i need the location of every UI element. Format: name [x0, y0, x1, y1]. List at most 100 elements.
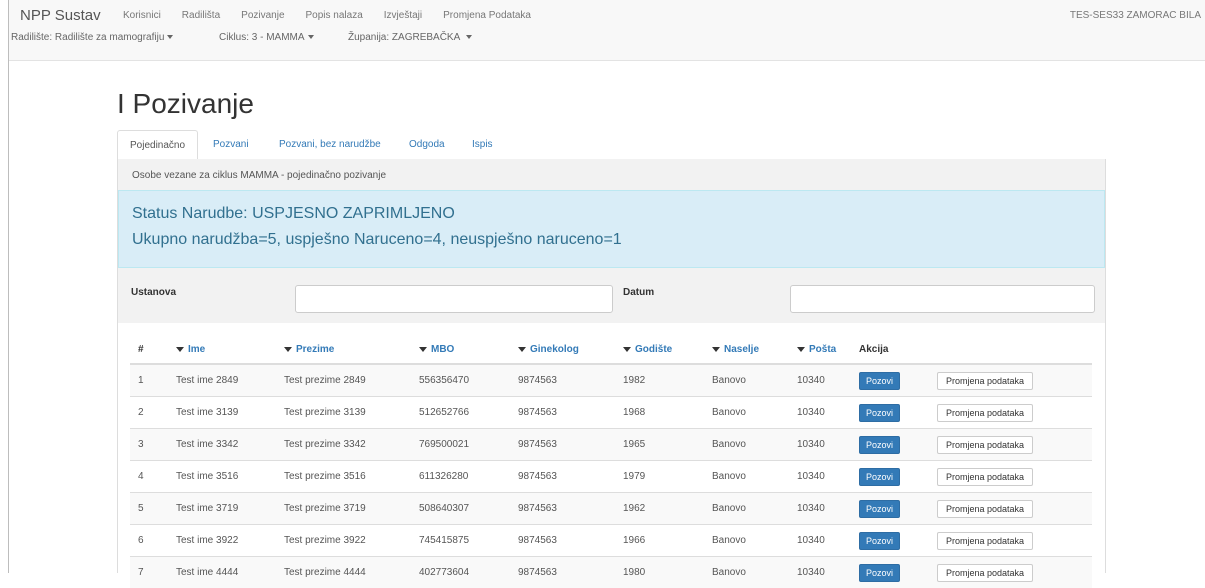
col-header-index: #	[130, 335, 168, 364]
filter-icon	[712, 347, 720, 352]
window-edge	[8, 0, 9, 573]
datum-input[interactable]	[790, 285, 1095, 313]
cell-edit: Promjena podataka	[929, 525, 1092, 557]
cell-posta: 10340	[789, 461, 851, 493]
promjena-podataka-button[interactable]: Promjena podataka	[937, 500, 1033, 518]
menu-item-radilista[interactable]: Radilišta	[182, 10, 220, 21]
promjena-podataka-button[interactable]: Promjena podataka	[937, 532, 1033, 550]
col-header-akcija: Akcija	[851, 335, 929, 364]
ustanova-label: Ustanova	[131, 287, 176, 298]
col-header-godiste[interactable]: Godište	[615, 335, 704, 364]
col-header-posta[interactable]: Pošta	[789, 335, 851, 364]
col-header-ginekolog[interactable]: Ginekolog	[510, 335, 615, 364]
cell-prezime: Test prezime 3139	[276, 397, 411, 429]
table-row: 2Test ime 3139Test prezime 3139512652766…	[130, 397, 1092, 429]
tab-pozvani-bez-narudzbe[interactable]: Pozvani, bez narudžbe	[279, 130, 381, 159]
pozovi-button[interactable]: Pozovi	[859, 372, 900, 390]
zupanija-dropdown[interactable]: Županija: ZAGREBAČKA	[348, 32, 472, 43]
ustanova-input[interactable]	[295, 285, 613, 313]
cell-akcija: Pozovi	[851, 429, 929, 461]
filter-icon	[176, 347, 184, 352]
pozovi-button[interactable]: Pozovi	[859, 532, 900, 550]
pozovi-button[interactable]: Pozovi	[859, 404, 900, 422]
cell-prezime: Test prezime 3516	[276, 461, 411, 493]
cell-ginekolog: 9874563	[510, 461, 615, 493]
menu-item-promjena-podataka[interactable]: Promjena Podataka	[443, 10, 531, 21]
menu-item-popis-nalaza[interactable]: Popis nalaza	[306, 10, 363, 21]
cell-prezime: Test prezime 3719	[276, 493, 411, 525]
cell-prezime: Test prezime 2849	[276, 364, 411, 397]
cell-ginekolog: 9874563	[510, 397, 615, 429]
ciklus-dropdown[interactable]: Ciklus: 3 - MAMMA	[219, 32, 314, 43]
cell-naselje: Banovo	[704, 557, 789, 588]
cell-prezime: Test prezime 4444	[276, 557, 411, 588]
pozovi-button[interactable]: Pozovi	[859, 436, 900, 454]
datum-label: Datum	[623, 287, 654, 298]
cell-ime: Test ime 3922	[168, 525, 276, 557]
cell-index: 4	[130, 461, 168, 493]
cell-mbo: 611326280	[411, 461, 510, 493]
table-row: 6Test ime 3922Test prezime 3922745415875…	[130, 525, 1092, 557]
col-header-ime[interactable]: Ime	[168, 335, 276, 364]
tab-ispis[interactable]: Ispis	[472, 130, 493, 159]
table-row: 1Test ime 2849Test prezime 2849556356470…	[130, 364, 1092, 397]
col-header-label: Pošta	[809, 344, 836, 355]
cell-akcija: Pozovi	[851, 461, 929, 493]
chevron-down-icon	[167, 35, 173, 39]
cell-akcija: Pozovi	[851, 493, 929, 525]
results-area: # Ime Prezime MBO Ginekolog Godište Nase…	[117, 323, 1106, 573]
radiliste-dropdown[interactable]: Radilište: Radilište za mamografiju	[11, 32, 173, 43]
brand-logo[interactable]: NPP Sustav	[20, 7, 101, 24]
col-header-prezime[interactable]: Prezime	[276, 335, 411, 364]
filter-icon	[797, 347, 805, 352]
cell-index: 1	[130, 364, 168, 397]
col-header-label: Ime	[188, 344, 205, 355]
pozovi-button[interactable]: Pozovi	[859, 500, 900, 518]
cell-posta: 10340	[789, 557, 851, 588]
cell-index: 3	[130, 429, 168, 461]
promjena-podataka-button[interactable]: Promjena podataka	[937, 372, 1033, 390]
promjena-podataka-button[interactable]: Promjena podataka	[937, 436, 1033, 454]
cell-index: 5	[130, 493, 168, 525]
promjena-podataka-button[interactable]: Promjena podataka	[937, 404, 1033, 422]
pozovi-button[interactable]: Pozovi	[859, 468, 900, 486]
tab-pojedinacno[interactable]: Pojedinačno	[117, 130, 198, 160]
cell-naselje: Banovo	[704, 364, 789, 397]
table-header-row: # Ime Prezime MBO Ginekolog Godište Nase…	[130, 335, 1092, 364]
cell-ime: Test ime 4444	[168, 557, 276, 588]
cell-mbo: 769500021	[411, 429, 510, 461]
promjena-podataka-button[interactable]: Promjena podataka	[937, 468, 1033, 486]
cell-godiste: 1965	[615, 429, 704, 461]
cell-edit: Promjena podataka	[929, 364, 1092, 397]
cell-ginekolog: 9874563	[510, 493, 615, 525]
cell-ime: Test ime 3139	[168, 397, 276, 429]
cell-ime: Test ime 3719	[168, 493, 276, 525]
cell-posta: 10340	[789, 493, 851, 525]
cell-edit: Promjena podataka	[929, 397, 1092, 429]
col-header-mbo[interactable]: MBO	[411, 335, 510, 364]
cell-ime: Test ime 3516	[168, 461, 276, 493]
user-name[interactable]: TES-SES33 ZAMORAC BILA	[1070, 10, 1201, 21]
cell-ginekolog: 9874563	[510, 364, 615, 397]
tab-odgoda[interactable]: Odgoda	[409, 130, 445, 159]
menu-item-korisnici[interactable]: Korisnici	[123, 10, 161, 21]
cell-godiste: 1966	[615, 525, 704, 557]
cell-edit: Promjena podataka	[929, 461, 1092, 493]
tab-pozvani[interactable]: Pozvani	[213, 130, 249, 159]
col-header-empty	[929, 335, 1092, 364]
table-row: 4Test ime 3516Test prezime 3516611326280…	[130, 461, 1092, 493]
cell-prezime: Test prezime 3922	[276, 525, 411, 557]
menu-item-pozivanje[interactable]: Pozivanje	[241, 10, 284, 21]
table-row: 5Test ime 3719Test prezime 3719508640307…	[130, 493, 1092, 525]
cell-prezime: Test prezime 3342	[276, 429, 411, 461]
summary-line: Ukupno narudžba=5, uspješno Naruceno=4, …	[132, 231, 622, 249]
chevron-down-icon	[308, 35, 314, 39]
cell-naselje: Banovo	[704, 429, 789, 461]
col-header-label: Godište	[635, 344, 672, 355]
cell-naselje: Banovo	[704, 397, 789, 429]
col-header-label: MBO	[431, 344, 454, 355]
col-header-naselje[interactable]: Naselje	[704, 335, 789, 364]
cell-akcija: Pozovi	[851, 397, 929, 429]
menu-item-izvjestaji[interactable]: Izvještaji	[384, 10, 422, 21]
cell-akcija: Pozovi	[851, 557, 929, 588]
